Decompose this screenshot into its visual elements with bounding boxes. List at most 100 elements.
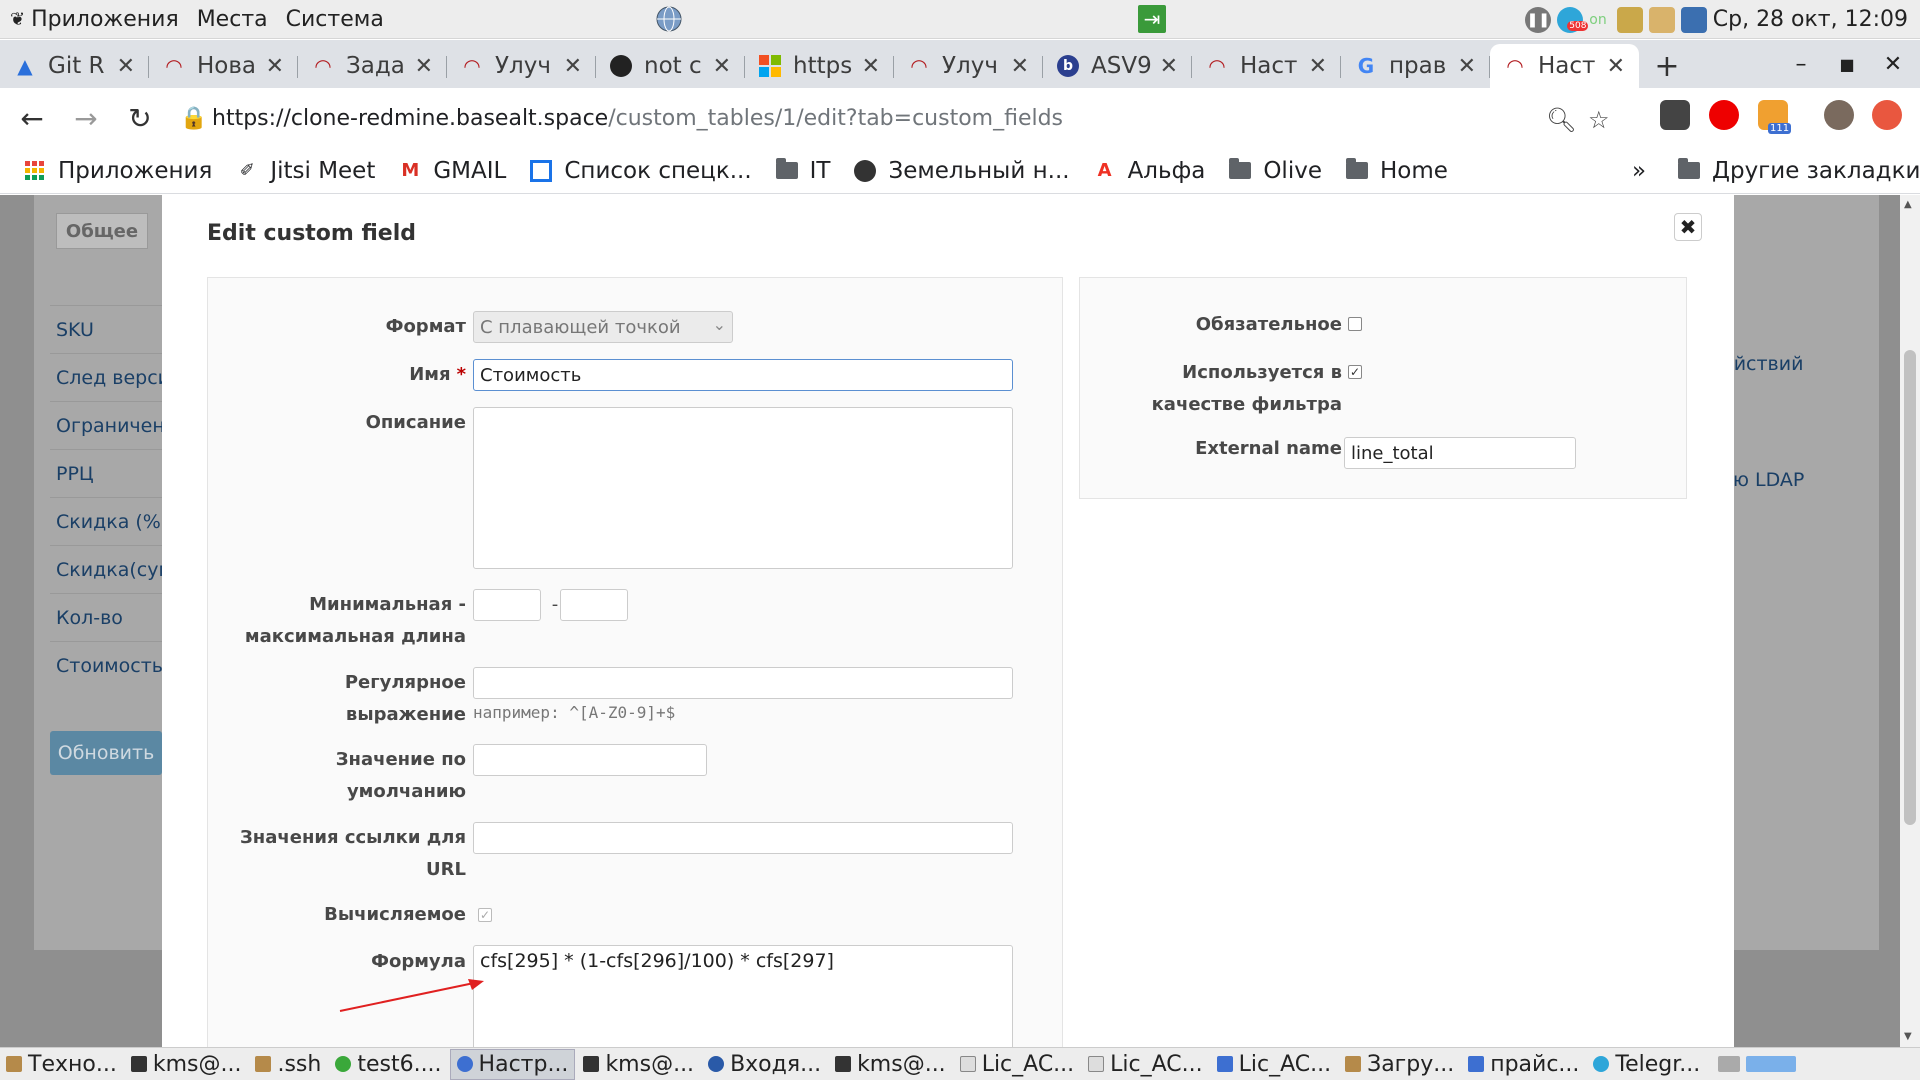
minimize-icon[interactable]: – [1778, 40, 1824, 88]
close-tab-icon[interactable]: ✕ [1309, 54, 1327, 79]
bookmark-folder-it[interactable]: IT [775, 158, 830, 184]
taskbar-item[interactable]: kms@... [829, 1049, 952, 1080]
menu-system[interactable]: Система [286, 7, 384, 32]
description-textarea[interactable] [473, 407, 1013, 569]
close-tab-icon[interactable]: ✕ [117, 54, 135, 79]
taskbar-item[interactable]: Lic_AC... [1211, 1049, 1337, 1080]
bookmark-land[interactable]: Земельный н... [854, 158, 1070, 184]
tab-9[interactable]: ◠ Наст ✕ [1192, 44, 1341, 88]
google-icon: G [1357, 54, 1375, 78]
close-tab-icon[interactable]: ✕ [1607, 54, 1625, 79]
exit-icon[interactable]: ⇥ [1138, 5, 1166, 33]
tab-7[interactable]: ◠ Улуч ✕ [894, 44, 1043, 88]
taskbar-item[interactable]: Telegr... [1587, 1049, 1706, 1080]
bookmark-folder-home[interactable]: Home [1345, 158, 1448, 184]
close-tab-icon[interactable]: ✕ [564, 54, 582, 79]
folder-icon [1345, 158, 1368, 182]
reload-icon[interactable]: ↻ [118, 96, 162, 140]
taskbar-item[interactable]: Загру... [1339, 1049, 1460, 1080]
address-bar[interactable]: 🔒 https://clone-redmine.basealt.space/cu… [164, 94, 1614, 142]
taskbar-item[interactable]: Техно... [0, 1049, 123, 1080]
window-icon [1216, 1056, 1233, 1072]
tab-11-active[interactable]: ◠ Наст ✕ [1490, 44, 1639, 88]
taskbar-item[interactable]: Входя... [702, 1049, 827, 1080]
taskbar-item[interactable]: kms@... [125, 1049, 248, 1080]
bookmark-folder-olive[interactable]: Olive [1229, 158, 1322, 184]
close-tab-icon[interactable]: ✕ [415, 54, 433, 79]
clipboard-icon[interactable] [1648, 6, 1675, 33]
tab-8[interactable]: b ASV9 ✕ [1043, 44, 1192, 88]
scrollbar-thumb[interactable] [1904, 350, 1916, 825]
zoom-icon[interactable]: 🔍︎ [1546, 106, 1576, 134]
tab-1[interactable]: ▲ Git R ✕ [0, 44, 149, 88]
taskbar-item[interactable]: Lic_AC... [954, 1049, 1080, 1080]
extension-icon[interactable] [1660, 100, 1690, 130]
tab-title: Git R [48, 53, 105, 79]
tab-2[interactable]: ◠ Нова ✕ [149, 44, 298, 88]
avatar[interactable] [1824, 100, 1854, 130]
regex-input[interactable] [473, 667, 1013, 699]
bookmarks-more[interactable]: » [1632, 158, 1646, 184]
workspace-switcher[interactable] [1712, 1049, 1808, 1080]
rss-icon[interactable]: 111 [1758, 100, 1792, 134]
use-as-filter-checkbox[interactable]: ✓ [1348, 365, 1362, 379]
monitor-icon[interactable] [1616, 6, 1643, 33]
forward-icon[interactable]: → [64, 96, 108, 140]
page-scrollbar[interactable]: ▲ ▼ [1900, 195, 1920, 1047]
network-icon[interactable] [1680, 6, 1707, 33]
bookmark-gmail[interactable]: M GMAIL [399, 158, 506, 184]
computed-checkbox[interactable]: ✓ [478, 908, 492, 922]
close-tab-icon[interactable]: ✕ [266, 54, 284, 79]
taskbar-item-active[interactable]: Настр... [449, 1048, 576, 1080]
taskbar-item[interactable]: .ssh [249, 1049, 327, 1080]
gnome-foot-icon[interactable]: ❦ [10, 9, 25, 30]
name-input[interactable]: Стоимость [473, 359, 1013, 391]
clock[interactable]: Ср, 28 окт, 12:09 [1713, 7, 1908, 32]
bookmark-spec-list[interactable]: Список спецк... [530, 158, 752, 184]
back-icon[interactable]: ← [10, 96, 54, 140]
external-name-input[interactable]: line_total [1344, 437, 1576, 469]
bookmark-alfa[interactable]: A Альфа [1094, 158, 1206, 184]
format-select[interactable]: С плавающей точкой ⌄ [473, 311, 733, 343]
tab-4[interactable]: ◠ Улуч ✕ [447, 44, 596, 88]
new-tab-icon[interactable]: + [1639, 44, 1695, 88]
globe-icon[interactable] [655, 5, 683, 33]
bookmark-apps[interactable]: Приложения [24, 158, 212, 184]
taskbar-item[interactable]: прайс... [1462, 1049, 1585, 1080]
tab-5[interactable]: not c ✕ [596, 44, 745, 88]
close-tab-icon[interactable]: ✕ [713, 54, 731, 79]
scroll-up-icon[interactable]: ▲ [1904, 199, 1912, 210]
taskbar-item[interactable]: kms@... [577, 1049, 700, 1080]
close-tab-icon[interactable]: ✕ [1160, 54, 1178, 79]
update-icon[interactable] [1872, 100, 1902, 130]
regex-hint: например: ^[A-Z0-9]+$ [473, 703, 676, 722]
min-length-input[interactable] [473, 589, 541, 621]
close-tab-icon[interactable]: ✕ [1011, 54, 1029, 79]
bookmark-star-icon[interactable]: ☆ [1588, 106, 1610, 134]
url-pattern-input[interactable] [473, 822, 1013, 854]
tab-3[interactable]: ◠ Зада ✕ [298, 44, 447, 88]
opera-icon[interactable] [1709, 100, 1739, 130]
taskbar-item[interactable]: Lic_AC... [1082, 1049, 1208, 1080]
is-required-checkbox[interactable] [1348, 317, 1362, 331]
telegram-icon[interactable]: 508 [1557, 6, 1589, 33]
scroll-down-icon[interactable]: ▼ [1904, 1031, 1912, 1042]
menu-places[interactable]: Места [197, 7, 268, 32]
default-value-input[interactable] [473, 744, 707, 776]
taskbar-item[interactable]: test6.... [329, 1049, 447, 1080]
task-label: Telegr... [1615, 1051, 1701, 1077]
menu-applications[interactable]: Приложения [31, 7, 179, 32]
close-icon[interactable]: ✖ [1674, 213, 1702, 241]
redmine-icon: ◠ [463, 54, 481, 78]
formula-textarea[interactable]: cfs[295] * (1-cfs[296]/100) * cfs[297] [473, 945, 1013, 1047]
maximize-icon[interactable]: ■ [1824, 40, 1870, 88]
max-length-input[interactable] [560, 589, 628, 621]
close-tab-icon[interactable]: ✕ [1458, 54, 1476, 79]
bookmark-other[interactable]: Другие закладки [1678, 158, 1920, 184]
tab-6[interactable]: https ✕ [745, 44, 894, 88]
pause-icon[interactable]: ❚❚ [1525, 6, 1552, 33]
bookmark-jitsi[interactable]: ✐ Jitsi Meet [236, 158, 376, 184]
tab-10[interactable]: Gправ ✕ [1341, 44, 1490, 88]
close-tab-icon[interactable]: ✕ [862, 54, 880, 79]
close-window-icon[interactable]: ✕ [1870, 40, 1916, 88]
